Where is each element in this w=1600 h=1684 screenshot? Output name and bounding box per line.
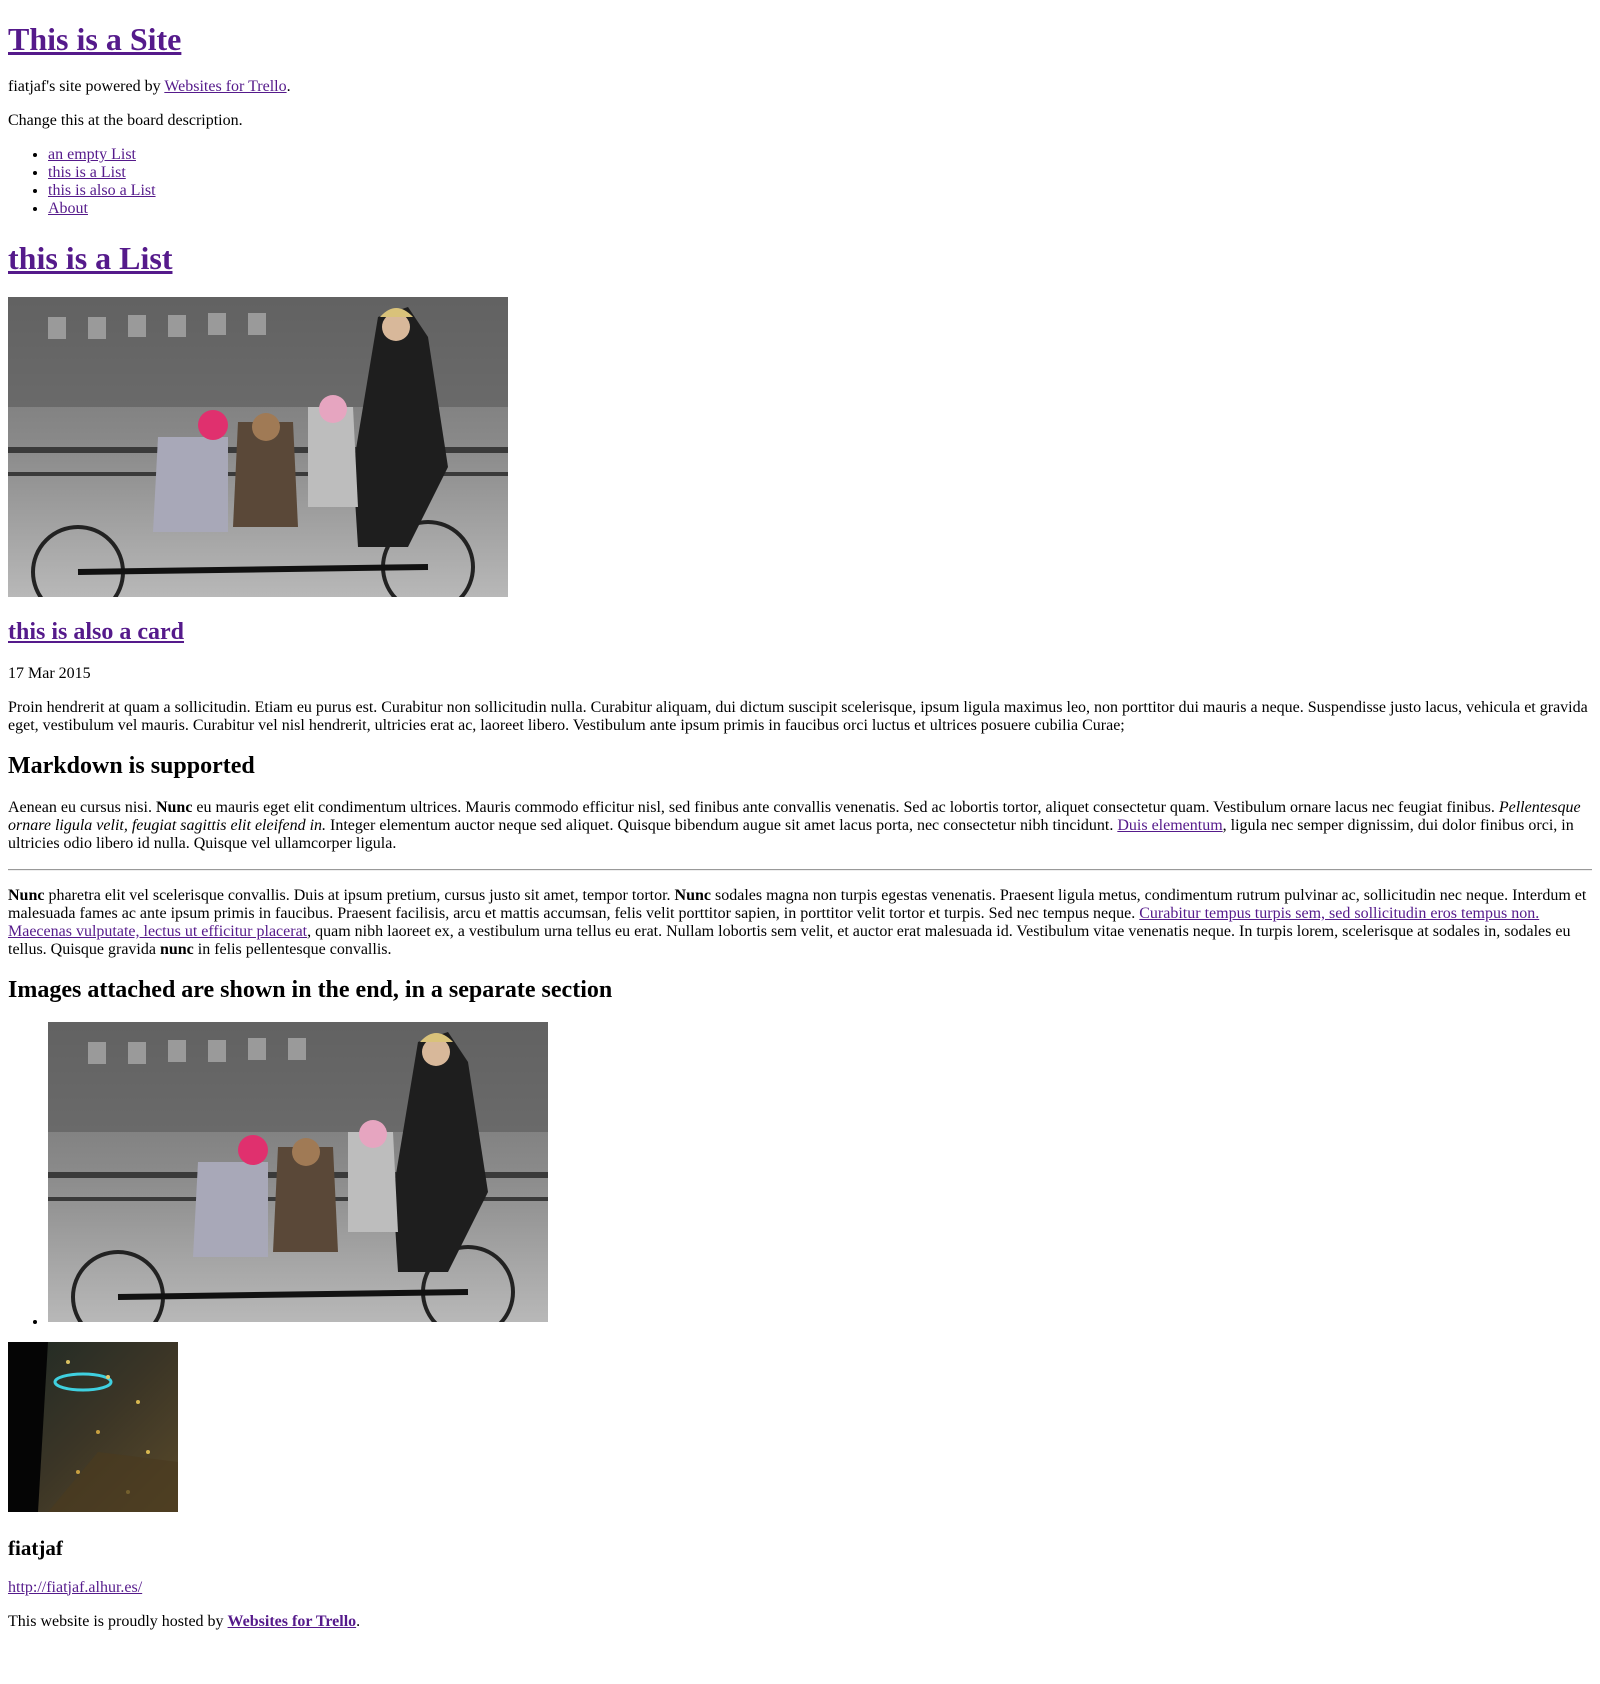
author-url-line: http://fiatjaf.alhur.es/ bbox=[8, 1579, 1592, 1597]
images-heading: Images attached are shown in the end, in… bbox=[8, 976, 613, 1003]
author-name: fiatjaf bbox=[8, 1536, 63, 1561]
nav-list: an empty List this is a List this is als… bbox=[8, 146, 1592, 218]
attached-image bbox=[48, 1022, 548, 1323]
nav-link-empty-list[interactable]: an empty List bbox=[48, 146, 136, 163]
card-intro: Proin hendrerit at quam a sollicitudin. … bbox=[8, 699, 1588, 735]
nav-link-this-is-a-list[interactable]: this is a List bbox=[48, 164, 126, 181]
bold-text: Nunc bbox=[674, 886, 711, 904]
site-title-link[interactable]: This is a Site bbox=[8, 21, 181, 57]
site-powered-line: fiatjaf's site powered by Websites for T… bbox=[8, 78, 1592, 96]
attached-images-list bbox=[8, 1022, 1592, 1323]
bold-text: Nunc bbox=[8, 886, 45, 904]
nav-link-about[interactable]: About bbox=[48, 200, 88, 217]
bold-text: nunc bbox=[159, 940, 194, 958]
nav-item: this is a List bbox=[48, 164, 1592, 182]
markdown-heading: Markdown is supported bbox=[8, 753, 255, 780]
card-date: 17 Mar 2015 bbox=[8, 665, 91, 683]
author-avatar bbox=[8, 1342, 178, 1513]
footer-suffix: . bbox=[356, 1612, 361, 1630]
bold-text: Nunc bbox=[155, 798, 193, 816]
text-segment: pharetra elit vel scelerisque convallis.… bbox=[44, 886, 675, 904]
text-segment: in felis pellentesque convallis. bbox=[193, 940, 392, 958]
websites-for-trello-link[interactable]: Websites for Trello bbox=[164, 78, 286, 95]
nav-item: an empty List bbox=[48, 146, 1592, 164]
card-paragraph-2: Nunc pharetra elit vel scelerisque conva… bbox=[8, 887, 1592, 959]
footer: This website is proudly hosted by Websit… bbox=[8, 1613, 1592, 1631]
site-title: This is a Site bbox=[8, 21, 1592, 58]
text-segment: Integer elementum auctor neque sed aliqu… bbox=[326, 816, 1118, 834]
author-url-link[interactable]: http://fiatjaf.alhur.es/ bbox=[8, 1579, 142, 1596]
divider bbox=[8, 868, 1592, 871]
card-title: this is also a card bbox=[8, 619, 1592, 647]
list-title-link[interactable]: this is a List bbox=[8, 240, 172, 276]
card-cover-image bbox=[8, 296, 508, 597]
attached-image-item bbox=[48, 1022, 1592, 1323]
nav-item: this is also a List bbox=[48, 182, 1592, 200]
footer-link[interactable]: Websites for Trello bbox=[228, 1613, 357, 1630]
site-description: Change this at the board description. bbox=[8, 111, 243, 129]
list-title: this is a List bbox=[8, 240, 1592, 277]
page: This is a Site fiatjaf's site powered by… bbox=[0, 21, 1600, 1631]
duis-elementum-link[interactable]: Duis elementum bbox=[1117, 817, 1222, 834]
nav-link-this-is-also-a-list[interactable]: this is also a List bbox=[48, 182, 156, 199]
text-segment: Aenean eu cursus nisi. bbox=[8, 798, 156, 816]
powered-suffix: . bbox=[286, 77, 291, 95]
card-paragraph-1: Aenean eu cursus nisi. Nunc eu mauris eg… bbox=[8, 799, 1592, 853]
powered-prefix: fiatjaf's site powered by bbox=[8, 77, 165, 95]
card-title-link[interactable]: this is also a card bbox=[8, 619, 184, 645]
nav-item: About bbox=[48, 200, 1592, 218]
text-segment: eu mauris eget elit condimentum ultrices… bbox=[192, 798, 1499, 816]
footer-prefix: This website is proudly hosted by bbox=[8, 1612, 228, 1630]
